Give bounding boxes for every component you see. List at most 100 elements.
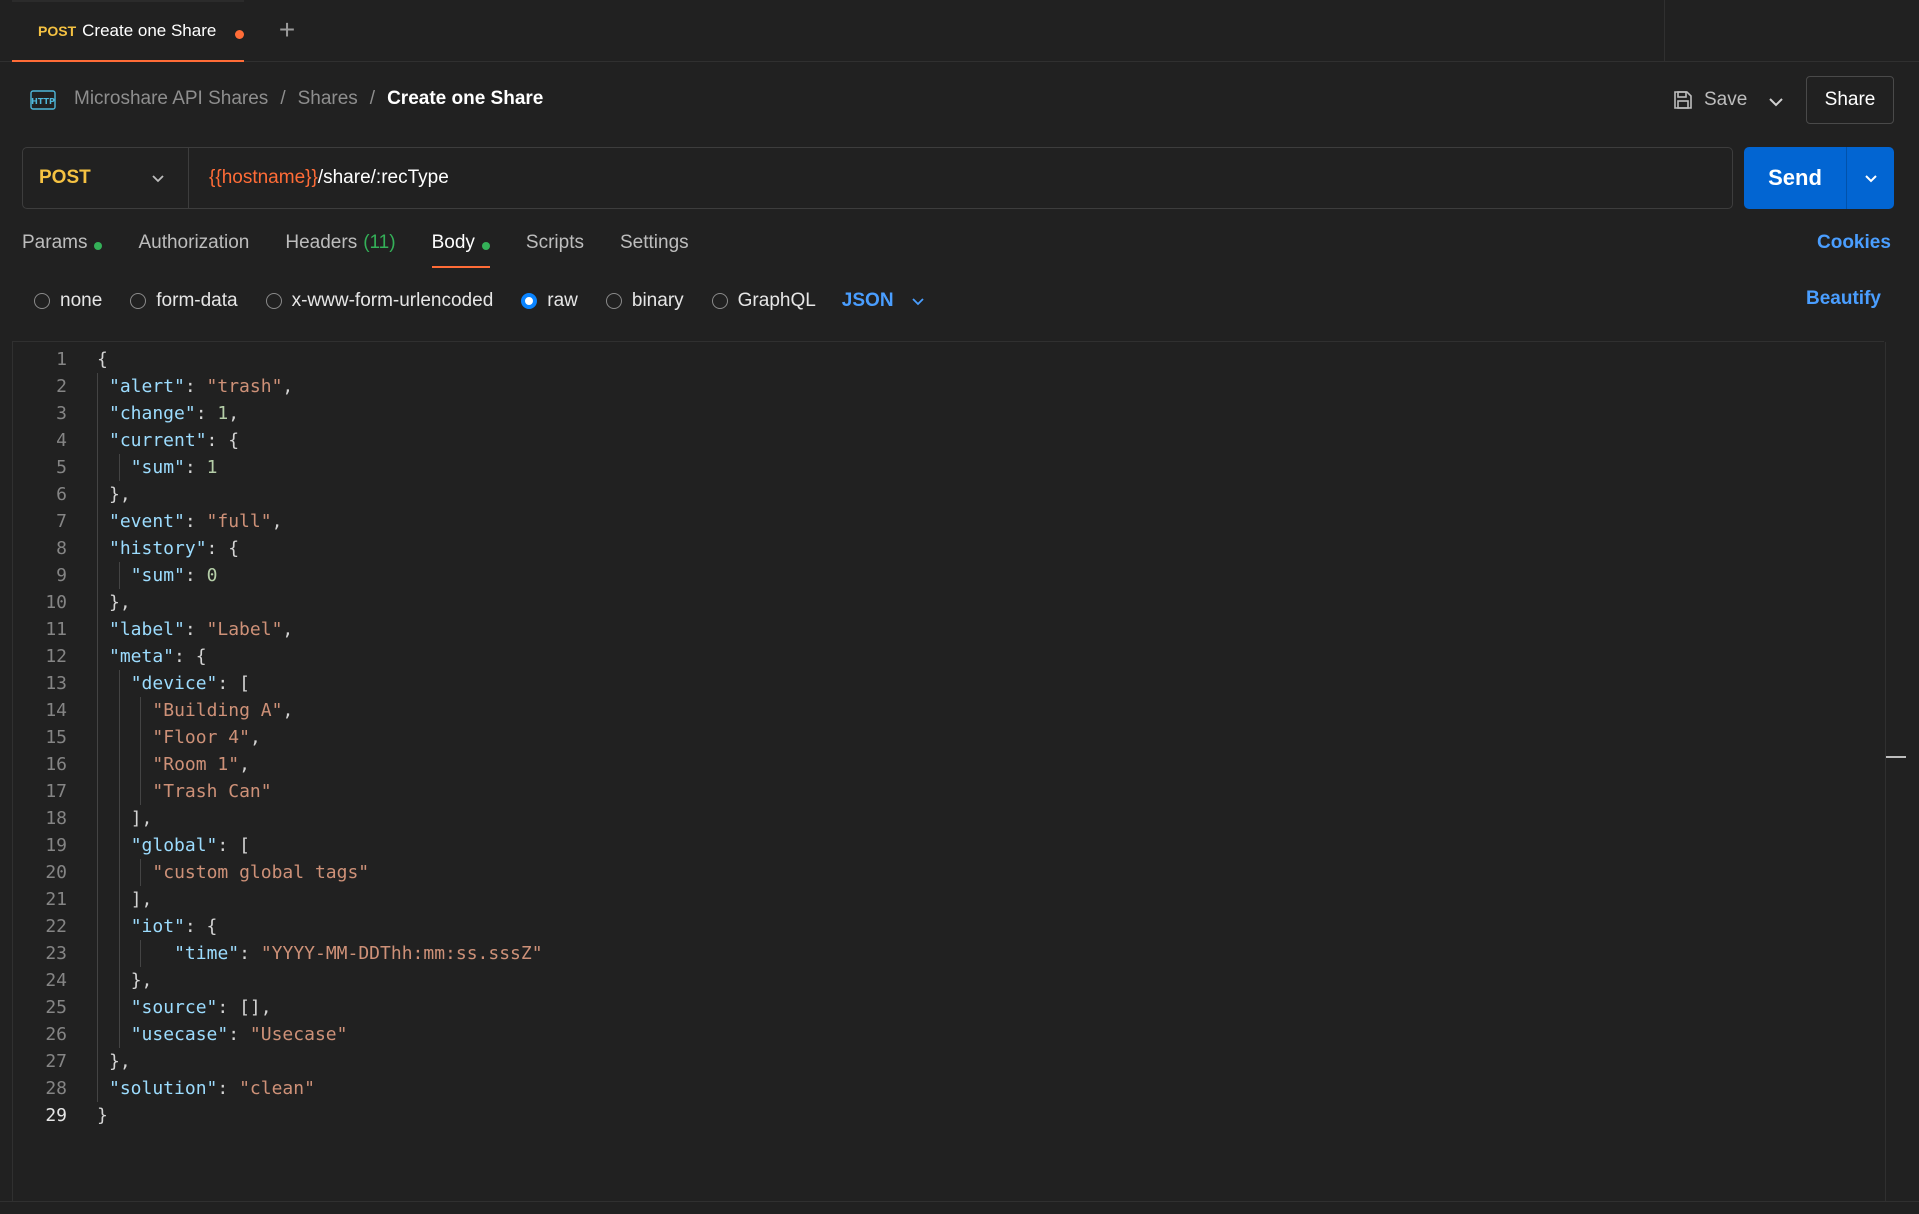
breadcrumb-folder[interactable]: Shares bbox=[298, 88, 358, 110]
save-options-chevron-down-icon[interactable] bbox=[1764, 90, 1788, 114]
code-line[interactable]: 6}, bbox=[13, 481, 1883, 508]
breadcrumb-collection[interactable]: Microshare API Shares bbox=[74, 88, 268, 110]
code-token: "meta" bbox=[109, 646, 175, 667]
beautify-button[interactable]: Beautify bbox=[1806, 288, 1881, 310]
code-token: "Label" bbox=[206, 619, 283, 640]
tab-create-one-share[interactable]: POST Create one Share bbox=[12, 0, 244, 62]
code-token: : bbox=[217, 1078, 240, 1099]
code-line[interactable]: 9 "sum": 0 bbox=[13, 562, 1883, 589]
cookies-link[interactable]: Cookies bbox=[1817, 232, 1891, 254]
indent-guide bbox=[97, 427, 98, 454]
indent-guide bbox=[118, 562, 120, 589]
tab-bar-divider bbox=[1664, 0, 1665, 62]
tab-authorization[interactable]: Authorization bbox=[138, 226, 249, 270]
body-type-none-radio[interactable]: none bbox=[34, 290, 102, 312]
new-tab-plus-icon[interactable]: + bbox=[274, 16, 300, 46]
indent-guide bbox=[118, 940, 120, 967]
editor-scrollbar[interactable] bbox=[1885, 342, 1886, 1202]
indent-guide bbox=[118, 886, 120, 913]
indent-guide bbox=[97, 886, 98, 913]
code-token: , bbox=[282, 700, 294, 721]
indent-guide bbox=[97, 859, 98, 886]
code-line[interactable]: 4 "current": { bbox=[13, 427, 1883, 454]
code-line[interactable]: 8 "history": { bbox=[13, 535, 1883, 562]
radio-label: none bbox=[60, 290, 103, 311]
code-text: "Room 1", bbox=[152, 751, 250, 778]
overview-ruler-marker bbox=[1886, 756, 1906, 758]
body-type-raw-radio[interactable]: raw bbox=[521, 290, 578, 312]
body-format-select[interactable]: JSON bbox=[842, 290, 926, 312]
method-select[interactable]: POST bbox=[23, 148, 189, 208]
code-token: 1 bbox=[217, 403, 229, 424]
code-token: "global" bbox=[130, 835, 218, 856]
code-line[interactable]: 18], bbox=[13, 805, 1883, 832]
indent-guide bbox=[118, 994, 120, 1021]
body-type-urlencoded-radio[interactable]: x-www-form-urlencoded bbox=[265, 290, 494, 312]
code-line[interactable]: 12 "meta": { bbox=[13, 643, 1883, 670]
code-line[interactable]: 5 "sum": 1 bbox=[13, 454, 1883, 481]
code-token: "event" bbox=[109, 511, 185, 532]
code-text: "current": { bbox=[109, 427, 239, 454]
url-input[interactable]: {{hostname}} /share/:recType bbox=[189, 148, 1732, 208]
code-token: ], bbox=[130, 889, 153, 910]
indent-guide bbox=[97, 508, 98, 535]
indent-guide bbox=[118, 967, 120, 994]
body-type-selector: none form-data x-www-form-urlencoded raw… bbox=[34, 286, 926, 316]
code-text: "label": "Label", bbox=[109, 616, 293, 643]
code-line[interactable]: 15 "Floor 4", bbox=[13, 724, 1883, 751]
code-line[interactable]: 3 "change": 1, bbox=[13, 400, 1883, 427]
send-button[interactable]: Send bbox=[1744, 147, 1846, 209]
code-line[interactable]: 28 "solution": "clean" bbox=[13, 1075, 1883, 1102]
tab-title: Create one Share bbox=[82, 21, 217, 40]
tab-body[interactable]: Body bbox=[431, 226, 491, 270]
breadcrumb-separator: / bbox=[280, 88, 286, 109]
code-token: "Trash Can" bbox=[152, 781, 272, 802]
body-type-binary-radio[interactable]: binary bbox=[605, 290, 684, 312]
code-line[interactable]: 20 "custom global tags" bbox=[13, 859, 1883, 886]
body-type-graphql-radio[interactable]: GraphQL bbox=[711, 290, 816, 312]
indent-guide bbox=[118, 778, 120, 805]
breadcrumb-current[interactable]: Create one Share bbox=[387, 88, 543, 110]
code-text: "iot": { bbox=[131, 913, 218, 940]
indent-guide bbox=[97, 940, 98, 967]
code-line[interactable]: 21], bbox=[13, 886, 1883, 913]
save-button[interactable]: Save bbox=[1672, 86, 1747, 114]
indent-guide bbox=[97, 1021, 98, 1048]
code-line[interactable]: 29} bbox=[13, 1102, 1883, 1129]
code-line[interactable]: 14 "Building A", bbox=[13, 697, 1883, 724]
tab-headers[interactable]: Headers (11) bbox=[285, 226, 395, 270]
line-number: 2 bbox=[56, 376, 67, 397]
code-token: , bbox=[249, 727, 261, 748]
code-line[interactable]: 7 "event": "full", bbox=[13, 508, 1883, 535]
send-options-button[interactable] bbox=[1847, 147, 1894, 209]
tab-params[interactable]: Params bbox=[22, 226, 103, 270]
body-type-form-data-radio[interactable]: form-data bbox=[130, 290, 238, 312]
code-line[interactable]: 25 "source": [], bbox=[13, 994, 1883, 1021]
line-number: 11 bbox=[45, 619, 67, 640]
tab-settings[interactable]: Settings bbox=[620, 226, 689, 270]
code-line[interactable]: 27}, bbox=[13, 1048, 1883, 1075]
code-token: }, bbox=[109, 592, 131, 613]
tab-scripts[interactable]: Scripts bbox=[526, 226, 584, 270]
app-window: POST Create one Share + HTTP Microshare … bbox=[0, 0, 1919, 1214]
chevron-down-icon bbox=[1864, 175, 1877, 183]
code-line[interactable]: 19 "global": [ bbox=[13, 832, 1883, 859]
code-line[interactable]: 11 "label": "Label", bbox=[13, 616, 1883, 643]
code-line[interactable]: 17 "Trash Can" bbox=[13, 778, 1883, 805]
code-token: : [], bbox=[217, 997, 272, 1018]
code-text: "history": { bbox=[109, 535, 239, 562]
radio-label: x-www-form-urlencoded bbox=[291, 290, 494, 311]
code-line[interactable]: 26 "usecase": "Usecase" bbox=[13, 1021, 1883, 1048]
code-line[interactable]: 23 "time": "YYYY-MM-DDThh:mm:ss.sssZ" bbox=[13, 940, 1883, 967]
code-text: }, bbox=[109, 589, 131, 616]
share-button[interactable]: Share bbox=[1806, 76, 1894, 124]
code-line[interactable]: 2 "alert": "trash", bbox=[13, 373, 1883, 400]
code-line[interactable]: 10}, bbox=[13, 589, 1883, 616]
code-line[interactable]: 13 "device": [ bbox=[13, 670, 1883, 697]
code-editor[interactable]: 1{2 "alert": "trash", 3 "change": 1, 4 "curre… bbox=[12, 341, 1886, 1202]
code-line[interactable]: 22 "iot": { bbox=[13, 913, 1883, 940]
code-line[interactable]: 24}, bbox=[13, 967, 1883, 994]
indent-guide bbox=[118, 454, 120, 481]
code-line[interactable]: 1{ bbox=[13, 346, 1883, 373]
code-line[interactable]: 16 "Room 1", bbox=[13, 751, 1883, 778]
